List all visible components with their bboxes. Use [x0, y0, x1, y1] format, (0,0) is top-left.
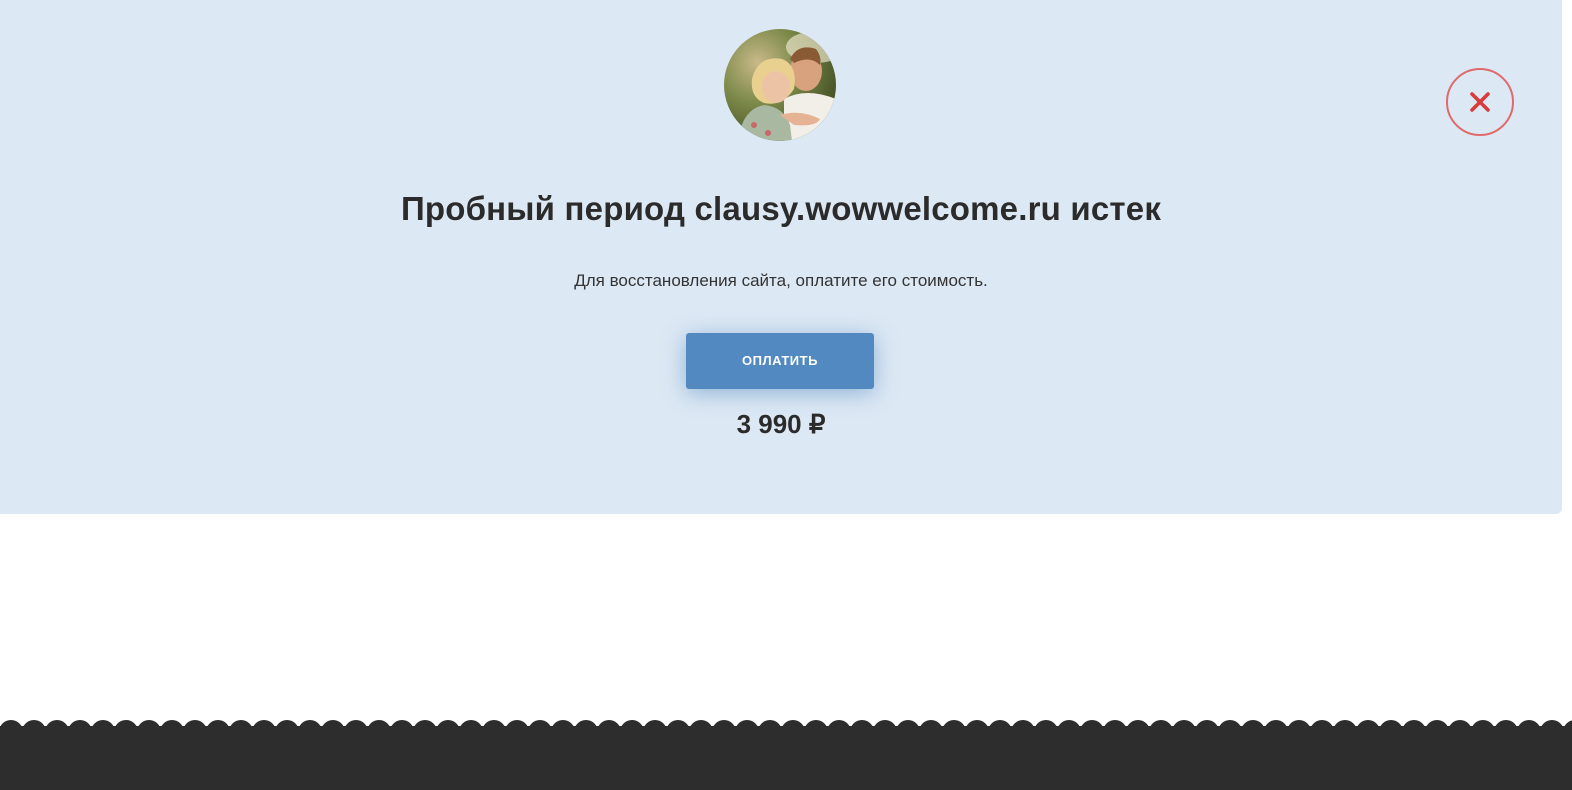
- subtitle: Для восстановления сайта, оплатите его с…: [574, 271, 988, 290]
- couple-photo-icon: [724, 29, 836, 141]
- page-title: Пробный период clausy.wowwelcome.ru исте…: [400, 190, 1162, 227]
- close-icon: [1470, 92, 1490, 112]
- price-label: 3 990 ₽: [736, 409, 826, 439]
- footer-scalloped: [0, 718, 1572, 790]
- expired-trial-panel: Пробный период clausy.wowwelcome.ru исте…: [0, 0, 1562, 514]
- pay-button[interactable]: ОПЛАТИТЬ: [686, 333, 874, 389]
- close-button[interactable]: [1446, 68, 1514, 136]
- avatar: [724, 29, 836, 141]
